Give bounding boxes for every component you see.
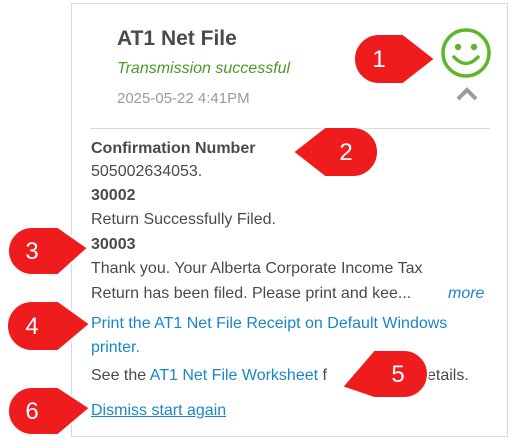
confirmation-label: Confirmation Number — [91, 140, 256, 157]
confirmation-value: 505002634053. — [91, 163, 203, 180]
callout-6-label: 6 — [25, 398, 38, 425]
worksheet-suffix: f — [322, 367, 327, 384]
card-title: AT1 Net File — [117, 27, 237, 50]
worksheet-link[interactable]: AT1 Net File Worksheet — [150, 367, 318, 384]
timestamp: 2025-05-22 4:41PM — [117, 90, 250, 107]
message-code-30003: 30003 — [91, 236, 136, 253]
callout-5: 5 — [340, 349, 429, 399]
callout-5-label: 5 — [391, 361, 404, 388]
callout-1: 1 — [353, 33, 437, 85]
print-receipt-link-line1[interactable]: Print the AT1 Net File Receipt on Defaul… — [91, 315, 447, 333]
dismiss-link[interactable]: Dismiss start again — [91, 402, 226, 420]
callout-2-label: 2 — [339, 139, 352, 166]
callout-2: 2 — [291, 126, 379, 178]
worksheet-sentence: See the AT1 Net File Worksheet f — [91, 367, 327, 385]
smiley-face-icon — [441, 28, 491, 78]
callout-3: 3 — [7, 226, 90, 276]
message-code-30002: 30002 — [91, 187, 136, 204]
callout-3-label: 3 — [25, 238, 38, 265]
callout-1-label: 1 — [372, 46, 385, 73]
worksheet-suffix-tail: etails. — [427, 367, 469, 384]
more-link[interactable]: more — [448, 285, 484, 303]
worksheet-prefix: See the — [91, 367, 150, 384]
chevron-up-icon[interactable] — [455, 86, 479, 102]
print-receipt-link-line2[interactable]: printer. — [91, 339, 140, 357]
callout-4-label: 4 — [25, 313, 38, 340]
message-text-30003-line2: Return has been filed. Please print and … — [91, 285, 412, 302]
message-text-30003-line1: Thank you. Your Alberta Corporate Income… — [91, 260, 423, 277]
transmission-status: Transmission successful — [117, 60, 291, 77]
callout-4: 4 — [6, 300, 92, 352]
callout-6: 6 — [7, 386, 92, 436]
message-text-30002: Return Successfully Filed. — [91, 211, 276, 228]
